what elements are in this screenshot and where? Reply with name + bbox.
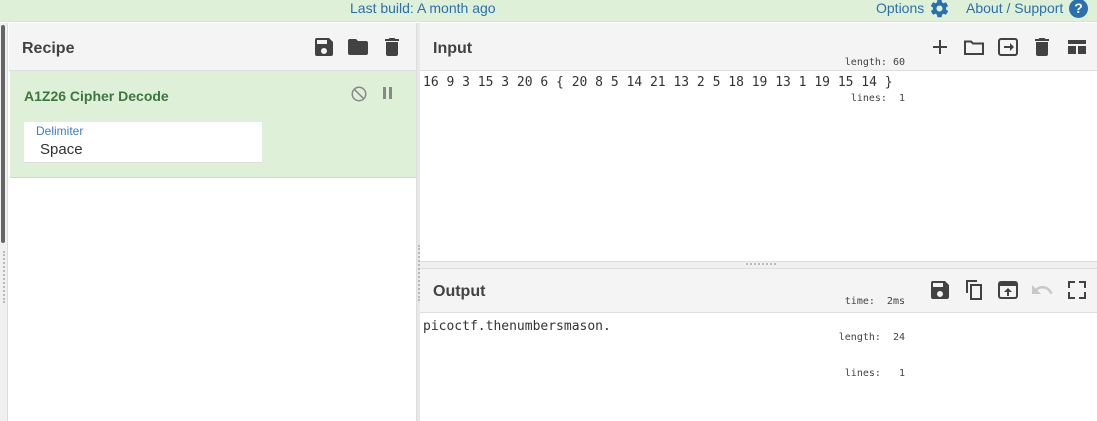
top-banner: Last build: A month ago Options About / …	[0, 0, 1097, 22]
input-lines: lines: 1	[850, 93, 905, 104]
options-link[interactable]: Options	[876, 0, 924, 17]
delimiter-select[interactable]: Space	[40, 141, 83, 158]
replace-input-icon[interactable]	[996, 278, 1020, 302]
input-text[interactable]: 16 9 3 15 3 20 6 { 20 8 5 14 21 13 2 5 1…	[423, 75, 893, 90]
gear-icon[interactable]	[929, 0, 950, 19]
operation-name: A1Z26 Cipher Decode	[24, 88, 169, 104]
resize-grip[interactable]	[3, 251, 5, 303]
open-folder-icon[interactable]	[962, 35, 986, 59]
scrollbar-thumb[interactable]	[1, 25, 5, 243]
pause-icon[interactable]	[382, 87, 394, 101]
add-tab-icon[interactable]	[928, 35, 952, 59]
delete-icon[interactable]	[380, 35, 404, 59]
input-length: length: 60	[844, 57, 905, 68]
copy-icon[interactable]	[962, 278, 986, 302]
help-icon[interactable]: ?	[1069, 0, 1088, 18]
about-support-link[interactable]: About / Support	[966, 0, 1063, 17]
delimiter-field[interactable]: Delimiter Space	[24, 122, 262, 163]
output-title: Output	[433, 283, 486, 300]
delimiter-label: Delimiter	[36, 124, 84, 138]
input-panel: Input length: 60 lines: 1 16 9 3 15 3 20…	[420, 23, 1097, 261]
recipe-header: Recipe	[9, 23, 416, 71]
maximize-icon[interactable]	[1065, 278, 1089, 302]
layout-icon[interactable]	[1065, 35, 1089, 59]
undo-icon	[1030, 278, 1054, 302]
save-icon[interactable]	[928, 278, 952, 302]
recipe-panel: Recipe A1Z26 Cipher Decode Delimiter Spa…	[9, 23, 416, 421]
output-lines: lines: 1	[844, 368, 905, 379]
open-folder-icon[interactable]	[346, 35, 370, 59]
last-build-text: Last build: A month ago	[350, 0, 496, 16]
operation-a1z26-cipher-decode[interactable]: A1Z26 Cipher Decode Delimiter Space	[10, 71, 416, 178]
recipe-title: Recipe	[22, 40, 75, 57]
output-panel: Output time: 2ms length: 24 lines: 1 pic…	[420, 269, 1097, 421]
output-time: time: 2ms	[844, 296, 905, 307]
output-info: time: 2ms length: 24 lines: 1	[810, 272, 905, 404]
open-file-icon[interactable]	[996, 35, 1020, 59]
output-header: Output time: 2ms length: 24 lines: 1	[420, 269, 1097, 379]
output-length: length: 24	[838, 332, 905, 343]
left-scrollbar[interactable]	[0, 23, 8, 421]
horizontal-splitter[interactable]	[420, 261, 1097, 269]
delete-icon[interactable]	[1030, 35, 1054, 59]
output-text[interactable]: picoctf.thenumbersmason.	[423, 319, 611, 334]
disable-icon[interactable]	[350, 85, 368, 103]
input-header: Input length: 60 lines: 1	[420, 23, 1097, 104]
save-icon[interactable]	[312, 35, 336, 59]
splitter-grip[interactable]	[746, 263, 776, 265]
input-title: Input	[433, 40, 473, 57]
